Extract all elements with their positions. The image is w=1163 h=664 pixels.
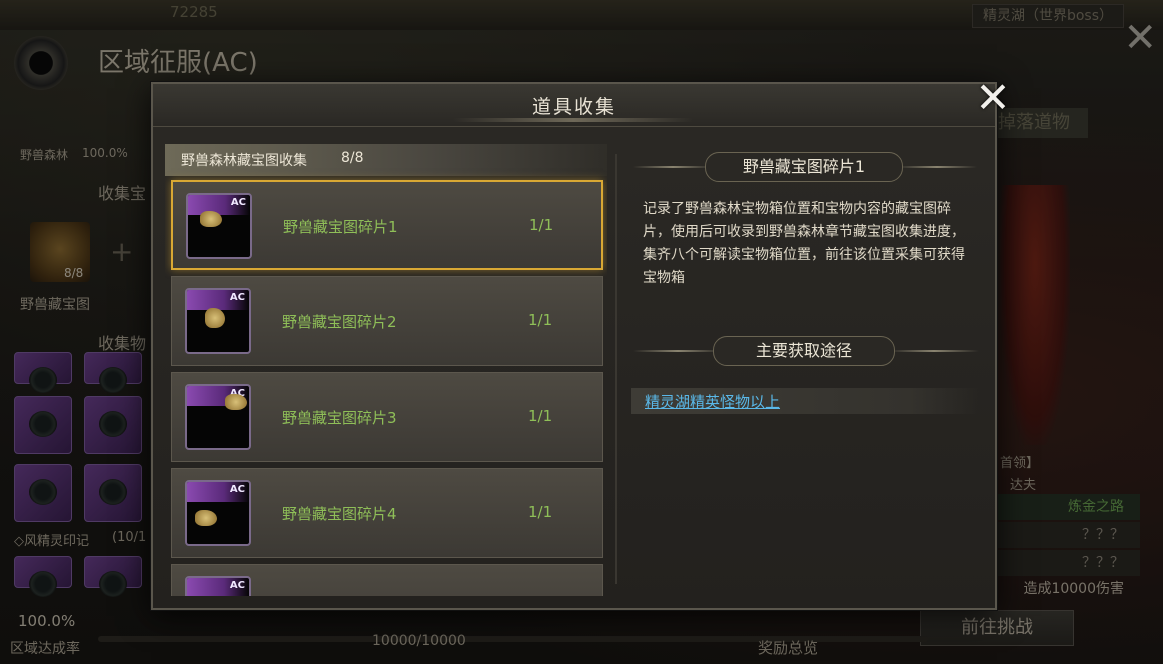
- item-collection-modal: 道具收集 ✕ 野兽森林藏宝图收集 8/8 AC 野兽藏宝图碎片1 1/1 AC …: [151, 76, 1011, 610]
- item-detail-panel: 野兽藏宝图碎片1 记录了野兽森林宝物箱位置和宝物内容的藏宝图碎片，使用后可收录到…: [629, 140, 989, 590]
- item-count: 1/1: [528, 503, 553, 521]
- detail-title: 野兽藏宝图碎片1: [705, 152, 903, 182]
- map-fragment-icon: AC: [185, 576, 251, 596]
- item-name: 野兽藏宝图碎片4: [282, 505, 397, 523]
- collection-count: 8/8: [341, 150, 364, 166]
- collection-list: 野兽森林藏宝图收集 8/8 AC 野兽藏宝图碎片1 1/1 AC 野兽藏宝图碎片…: [165, 140, 607, 596]
- panel-divider: [615, 154, 617, 584]
- modal-header: 道具收集: [153, 84, 995, 127]
- list-item[interactable]: AC 野兽藏宝图碎片1 1/1: [171, 180, 603, 270]
- item-count: 1/1: [528, 407, 553, 425]
- detail-title-bar: 野兽藏宝图碎片1: [633, 152, 977, 182]
- map-fragment-icon: AC: [185, 480, 251, 546]
- list-item[interactable]: AC: [171, 564, 603, 596]
- route-entry: 精灵湖精英怪物以上: [631, 388, 979, 414]
- item-description: 记录了野兽森林宝物箱位置和宝物内容的藏宝图碎片，使用后可收录到野兽森林章节藏宝图…: [643, 201, 965, 286]
- list-item[interactable]: AC 野兽藏宝图碎片4 1/1: [171, 468, 603, 558]
- item-name: 野兽藏宝图碎片2: [282, 313, 397, 331]
- route-link[interactable]: 精灵湖精英怪物以上: [645, 391, 780, 412]
- item-count: 1/1: [529, 216, 554, 234]
- map-fragment-icon: AC: [185, 384, 251, 450]
- item-name: 野兽藏宝图碎片1: [283, 218, 398, 236]
- route-title: 主要获取途径: [713, 336, 895, 366]
- close-icon[interactable]: ✕: [971, 76, 1015, 120]
- item-name: 野兽藏宝图碎片3: [282, 409, 397, 427]
- map-fragment-icon: AC: [186, 193, 252, 259]
- collection-header: 野兽森林藏宝图收集 8/8: [165, 144, 607, 176]
- list-item[interactable]: AC 野兽藏宝图碎片2 1/1: [171, 276, 603, 366]
- modal-title: 道具收集: [531, 96, 616, 118]
- list-item[interactable]: AC 野兽藏宝图碎片3 1/1: [171, 372, 603, 462]
- item-count: 1/1: [528, 311, 553, 329]
- route-title-bar: 主要获取途径: [633, 336, 979, 366]
- map-fragment-icon: AC: [185, 288, 251, 354]
- collection-name: 野兽森林藏宝图收集: [181, 153, 307, 169]
- header-ornament: [453, 118, 693, 122]
